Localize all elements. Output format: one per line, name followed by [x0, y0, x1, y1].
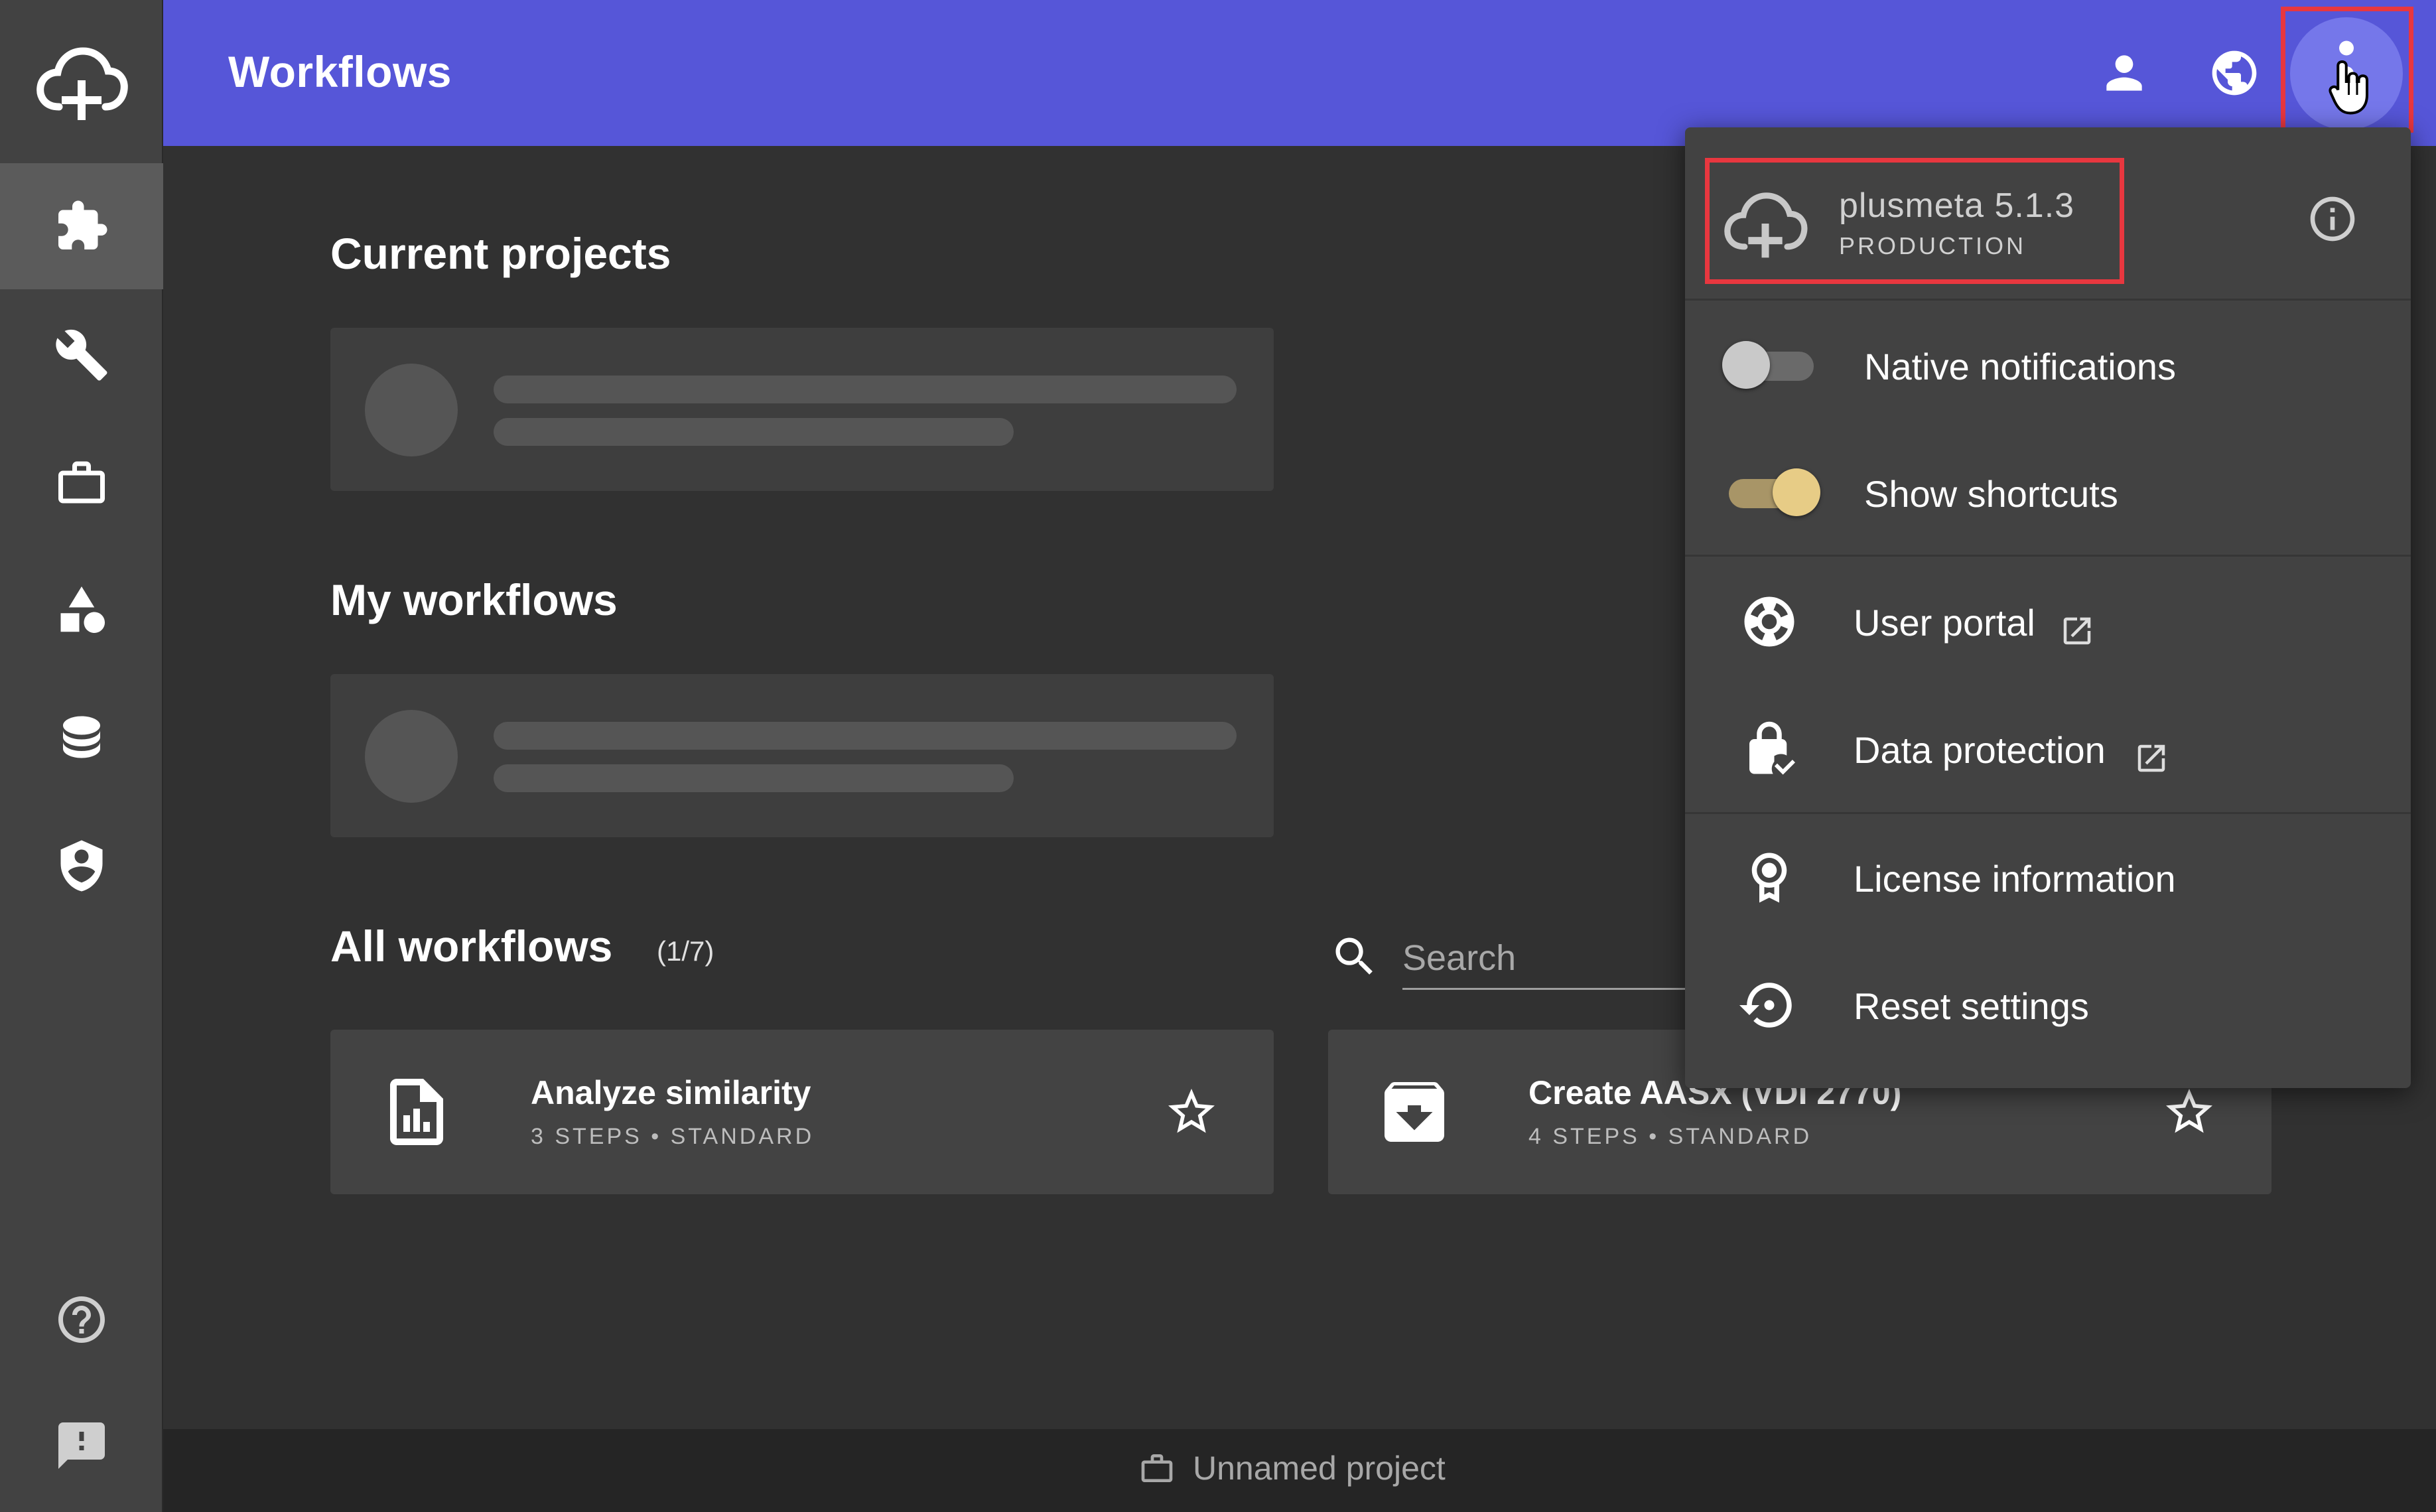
cloud-plus-icon: [36, 47, 128, 120]
menu-divider: [1685, 299, 2411, 301]
current-project-indicator[interactable]: Unnamed project: [1138, 1449, 1446, 1487]
license-badge-icon: [1739, 848, 1799, 908]
sidebar-item-workflows[interactable]: [0, 163, 163, 289]
menu-item-show-shortcuts[interactable]: Show shortcuts: [1685, 430, 2411, 556]
menu-item-user-portal[interactable]: User portal: [1685, 559, 2411, 685]
version-highlight: [1705, 158, 2124, 284]
info-icon: [2310, 196, 2355, 241]
favorite-star-button[interactable]: [1164, 1084, 1219, 1140]
menu-divider: [1685, 812, 2411, 814]
account-icon: [2106, 55, 2142, 91]
workflow-meta: 3 STEPS • STANDARD: [531, 1124, 815, 1149]
menu-item-label: License information: [1854, 858, 2176, 900]
workflow-meta: 4 STEPS • STANDARD: [1528, 1124, 1812, 1149]
sidebar-item-projects[interactable]: [0, 419, 163, 545]
hand-pointer-icon: [2329, 60, 2368, 115]
toggle-thumb: [1722, 341, 1770, 389]
puzzle-icon: [58, 200, 107, 249]
menu-item-native-notifications[interactable]: Native notifications: [1685, 303, 2411, 429]
settings-backup-restore-icon: [1739, 975, 1799, 1035]
skeleton-line: [494, 418, 1014, 446]
wrench-icon: [56, 329, 107, 381]
sidebar-item-help[interactable]: [0, 1257, 163, 1383]
workflow-card-analyze-similarity[interactable]: Analyze similarity 3 STEPS • STANDARD: [330, 1030, 1274, 1194]
app-logo[interactable]: [0, 0, 163, 163]
menu-item-label: Show shortcuts: [1864, 473, 2118, 515]
menu-item-license-information[interactable]: License information: [1685, 815, 2411, 941]
status-bar: Unnamed project: [163, 1429, 2436, 1512]
version-info: plusmeta 5.1.3 PRODUCTION: [1685, 127, 2411, 300]
briefcase-icon: [58, 461, 105, 504]
account-button[interactable]: [2091, 40, 2157, 106]
sidebar-item-security[interactable]: [0, 803, 163, 929]
globe-icon: [2212, 50, 2257, 96]
all-workflows-count: (1/7): [657, 935, 714, 967]
menu-divider: [1685, 555, 2411, 557]
top-app-bar: Workflows: [163, 0, 2436, 146]
star-outline-icon: [1168, 1089, 1215, 1133]
star-outline-icon: [2166, 1089, 2212, 1133]
language-button[interactable]: [2201, 40, 2267, 106]
archive-download-icon: [1375, 1072, 1454, 1152]
skeleton-avatar: [365, 364, 458, 456]
sidebar-item-tools[interactable]: [0, 292, 163, 418]
page-title: Workflows: [228, 47, 452, 96]
shapes-icon: [60, 586, 105, 633]
help-icon: [58, 1296, 105, 1343]
sidebar: [0, 0, 163, 1512]
skeleton-line: [494, 376, 1237, 403]
project-name: Unnamed project: [1193, 1450, 1446, 1487]
mouse-cursor: [2327, 58, 2374, 118]
favorite-star-button[interactable]: [2161, 1084, 2217, 1140]
open-in-new-icon: [2133, 740, 2169, 776]
all-workflows-title: All workflows: [330, 922, 613, 971]
my-workflow-skeleton: [330, 674, 1274, 837]
briefcase-outline-icon: [1141, 1454, 1173, 1482]
menu-item-label: Native notifications: [1864, 346, 2177, 387]
feedback-icon: [58, 1422, 105, 1469]
open-in-new-icon: [2059, 613, 2095, 649]
sidebar-item-shapes[interactable]: [0, 547, 163, 673]
toggle-thumb: [1773, 468, 1820, 516]
shield-account-icon: [60, 840, 103, 892]
my-workflows-title: My workflows: [330, 575, 618, 624]
sidebar-item-feedback[interactable]: [0, 1383, 163, 1509]
workflow-name: Analyze similarity: [531, 1074, 811, 1111]
lock-check-icon: [1739, 719, 1799, 779]
sidebar-item-database[interactable]: [0, 674, 163, 800]
menu-item-label: Reset settings: [1854, 985, 2089, 1027]
menu-item-reset-settings[interactable]: Reset settings: [1685, 942, 2411, 1068]
settings-menu: plusmeta 5.1.3 PRODUCTION Native notific…: [1685, 127, 2411, 1088]
info-button[interactable]: [2306, 192, 2359, 245]
show-shortcuts-toggle[interactable]: [1722, 468, 1820, 516]
skeleton-line: [494, 764, 1014, 792]
menu-item-label: User portal: [1854, 602, 2035, 644]
skeleton-line: [494, 722, 1237, 750]
current-projects-title: Current projects: [330, 229, 671, 278]
menu-item-label: Data protection: [1854, 729, 2106, 771]
search-icon: [1329, 931, 1380, 982]
lifebuoy-icon: [1739, 592, 1799, 652]
chart-file-icon: [377, 1072, 456, 1152]
skeleton-avatar: [365, 710, 458, 803]
current-project-skeleton: [330, 328, 1274, 491]
menu-item-data-protection[interactable]: Data protection: [1685, 686, 2411, 812]
native-notifications-toggle[interactable]: [1722, 341, 1820, 389]
database-icon: [63, 716, 100, 758]
